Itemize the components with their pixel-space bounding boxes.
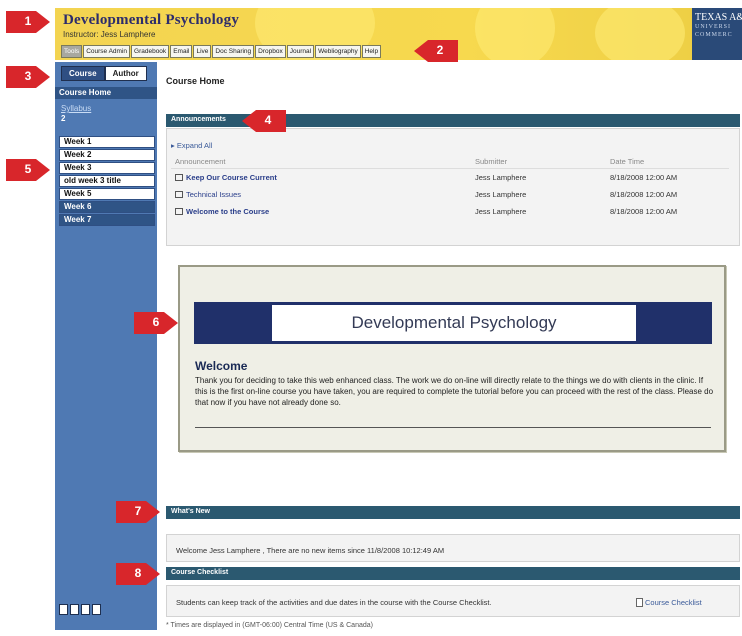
announcement-submitter: Jess Lamphere	[475, 173, 527, 182]
logo-text-line2: UNIVERSI	[695, 24, 731, 30]
header-decoration	[475, 8, 555, 60]
announcement-date: 8/18/2008 12:00 AM	[610, 190, 678, 199]
sidebar-item-week-1[interactable]: Week 1	[59, 136, 155, 148]
divider	[195, 427, 711, 428]
settings-icon[interactable]	[92, 604, 101, 615]
welcome-text: Thank you for deciding to take this web …	[195, 376, 714, 407]
checklist-text: Students can keep track of the activitie…	[176, 598, 492, 607]
announcement-title-text: Keep Our Course Current	[186, 173, 277, 182]
sidebar-number: 2	[61, 114, 66, 123]
sidebar-item-week-6[interactable]: Week 6	[59, 201, 155, 213]
callout-2: 2	[414, 40, 458, 62]
callout-number: 3	[24, 69, 32, 83]
announcement-title[interactable]: Technical Issues	[171, 186, 471, 203]
timezone-footnote: * Times are displayed in (GMT-06:00) Cen…	[166, 622, 373, 629]
tab-doc-sharing[interactable]: Doc Sharing	[212, 45, 255, 58]
tab-email[interactable]: Email	[170, 45, 193, 58]
course-banner-title: Developmental Psychology	[272, 305, 636, 341]
course-header: Developmental Psychology Instructor: Jes…	[55, 8, 742, 60]
page-title: Course Home	[166, 76, 225, 86]
announcement-title-text: Welcome to the Course	[186, 207, 270, 216]
course-checklist-link[interactable]: Course Checklist	[636, 598, 702, 607]
callout-number: 5	[24, 162, 32, 176]
toolbar-tabs: Tools Course Admin Gradebook Email Live …	[61, 45, 382, 58]
tab-gradebook[interactable]: Gradebook	[131, 45, 170, 58]
callout-number: 8	[134, 566, 142, 580]
column-header-date-time[interactable]: Date Time	[606, 155, 729, 169]
whats-new-text: Welcome Jess Lamphere , There are no new…	[176, 546, 445, 555]
announcement-title[interactable]: Welcome to the Course	[171, 203, 471, 220]
mail-icon	[175, 208, 183, 215]
callout-5: 5	[6, 159, 50, 181]
course-checklist-label: Course Checklist	[645, 598, 702, 607]
author-view-button[interactable]: Author	[104, 66, 147, 81]
tab-help[interactable]: Help	[361, 45, 382, 58]
announcement-submitter: Jess Lamphere	[475, 190, 527, 199]
view-mode-toggle: Course Author	[61, 66, 147, 81]
callout-number: 6	[152, 315, 160, 329]
sidebar-item-syllabus[interactable]: Syllabus	[61, 104, 91, 113]
sidebar-tool-icons	[59, 604, 101, 615]
whats-new-header: What's New	[166, 506, 740, 519]
expand-all-link[interactable]: ▸ Expand All	[171, 141, 212, 150]
instructor-label: Instructor: Jess Lamphere	[63, 30, 156, 39]
welcome-heading: Welcome	[195, 359, 248, 373]
callout-number: 7	[134, 504, 142, 518]
logo-text-line3: COMMERC	[695, 32, 733, 38]
header-decoration	[595, 8, 685, 60]
sidebar-item-course-home[interactable]: Course Home	[55, 87, 157, 99]
table-row[interactable]: Welcome to the Course Jess Lamphere 8/18…	[171, 203, 729, 220]
tab-tools[interactable]: Tools	[61, 45, 83, 58]
welcome-box: Developmental Psychology Welcome Thank y…	[178, 265, 726, 452]
tab-journal[interactable]: Journal	[286, 45, 315, 58]
callout-number: 4	[264, 113, 272, 127]
tab-webliography[interactable]: Webliography	[315, 45, 361, 58]
course-view-button[interactable]: Course	[61, 66, 105, 81]
sidebar-item-old-week-3[interactable]: old week 3 title	[59, 175, 155, 187]
callout-7: 7	[116, 501, 160, 523]
table-row[interactable]: Keep Our Course Current Jess Lamphere 8/…	[171, 169, 729, 187]
table-header-row: Announcement Submitter Date Time	[171, 155, 729, 169]
tab-live[interactable]: Live	[193, 45, 212, 58]
document-icon	[636, 598, 643, 607]
sidebar-item-week-5[interactable]: Week 5	[59, 188, 155, 200]
table-row[interactable]: Technical Issues Jess Lamphere 8/18/2008…	[171, 186, 729, 203]
announcement-title[interactable]: Keep Our Course Current	[171, 169, 471, 187]
course-banner: Developmental Psychology	[194, 302, 712, 344]
university-logo: TEXAS A& UNIVERSI COMMERC	[692, 8, 742, 60]
callout-6: 6	[134, 312, 178, 334]
callout-3: 3	[6, 66, 50, 88]
callout-8: 8	[116, 563, 160, 585]
announcement-date: 8/18/2008 12:00 AM	[610, 207, 678, 216]
mail-icon	[175, 191, 183, 198]
column-header-announcement[interactable]: Announcement	[171, 155, 471, 169]
announcements-table: Announcement Submitter Date Time Keep Ou…	[171, 155, 729, 220]
course-sidebar: Course Author Course Home Syllabus 2 Wee…	[55, 62, 157, 630]
announcement-submitter: Jess Lamphere	[475, 207, 527, 216]
course-title: Developmental Psychology	[63, 12, 240, 28]
callout-4: 4	[242, 110, 286, 132]
column-header-submitter[interactable]: Submitter	[471, 155, 606, 169]
mail-icon	[175, 174, 183, 181]
week-list: Week 1 Week 2 Week 3 old week 3 title We…	[59, 136, 155, 227]
info-icon[interactable]	[81, 604, 90, 615]
print-icon[interactable]	[59, 604, 68, 615]
callout-number: 2	[436, 43, 444, 57]
help-icon[interactable]	[70, 604, 79, 615]
expand-all-label: Expand All	[176, 141, 213, 150]
tab-course-admin[interactable]: Course Admin	[83, 45, 131, 58]
announcement-title-text: Technical Issues	[186, 190, 242, 199]
callout-1: 1	[6, 11, 50, 33]
checklist-header: Course Checklist	[166, 567, 740, 580]
sidebar-item-week-7[interactable]: Week 7	[59, 214, 155, 226]
callout-number: 1	[24, 14, 32, 28]
logo-text-line1: TEXAS A&	[695, 12, 742, 23]
sidebar-item-week-2[interactable]: Week 2	[59, 149, 155, 161]
tab-dropbox[interactable]: Dropbox	[255, 45, 286, 58]
sidebar-item-week-3[interactable]: Week 3	[59, 162, 155, 174]
announcement-date: 8/18/2008 12:00 AM	[610, 173, 678, 182]
